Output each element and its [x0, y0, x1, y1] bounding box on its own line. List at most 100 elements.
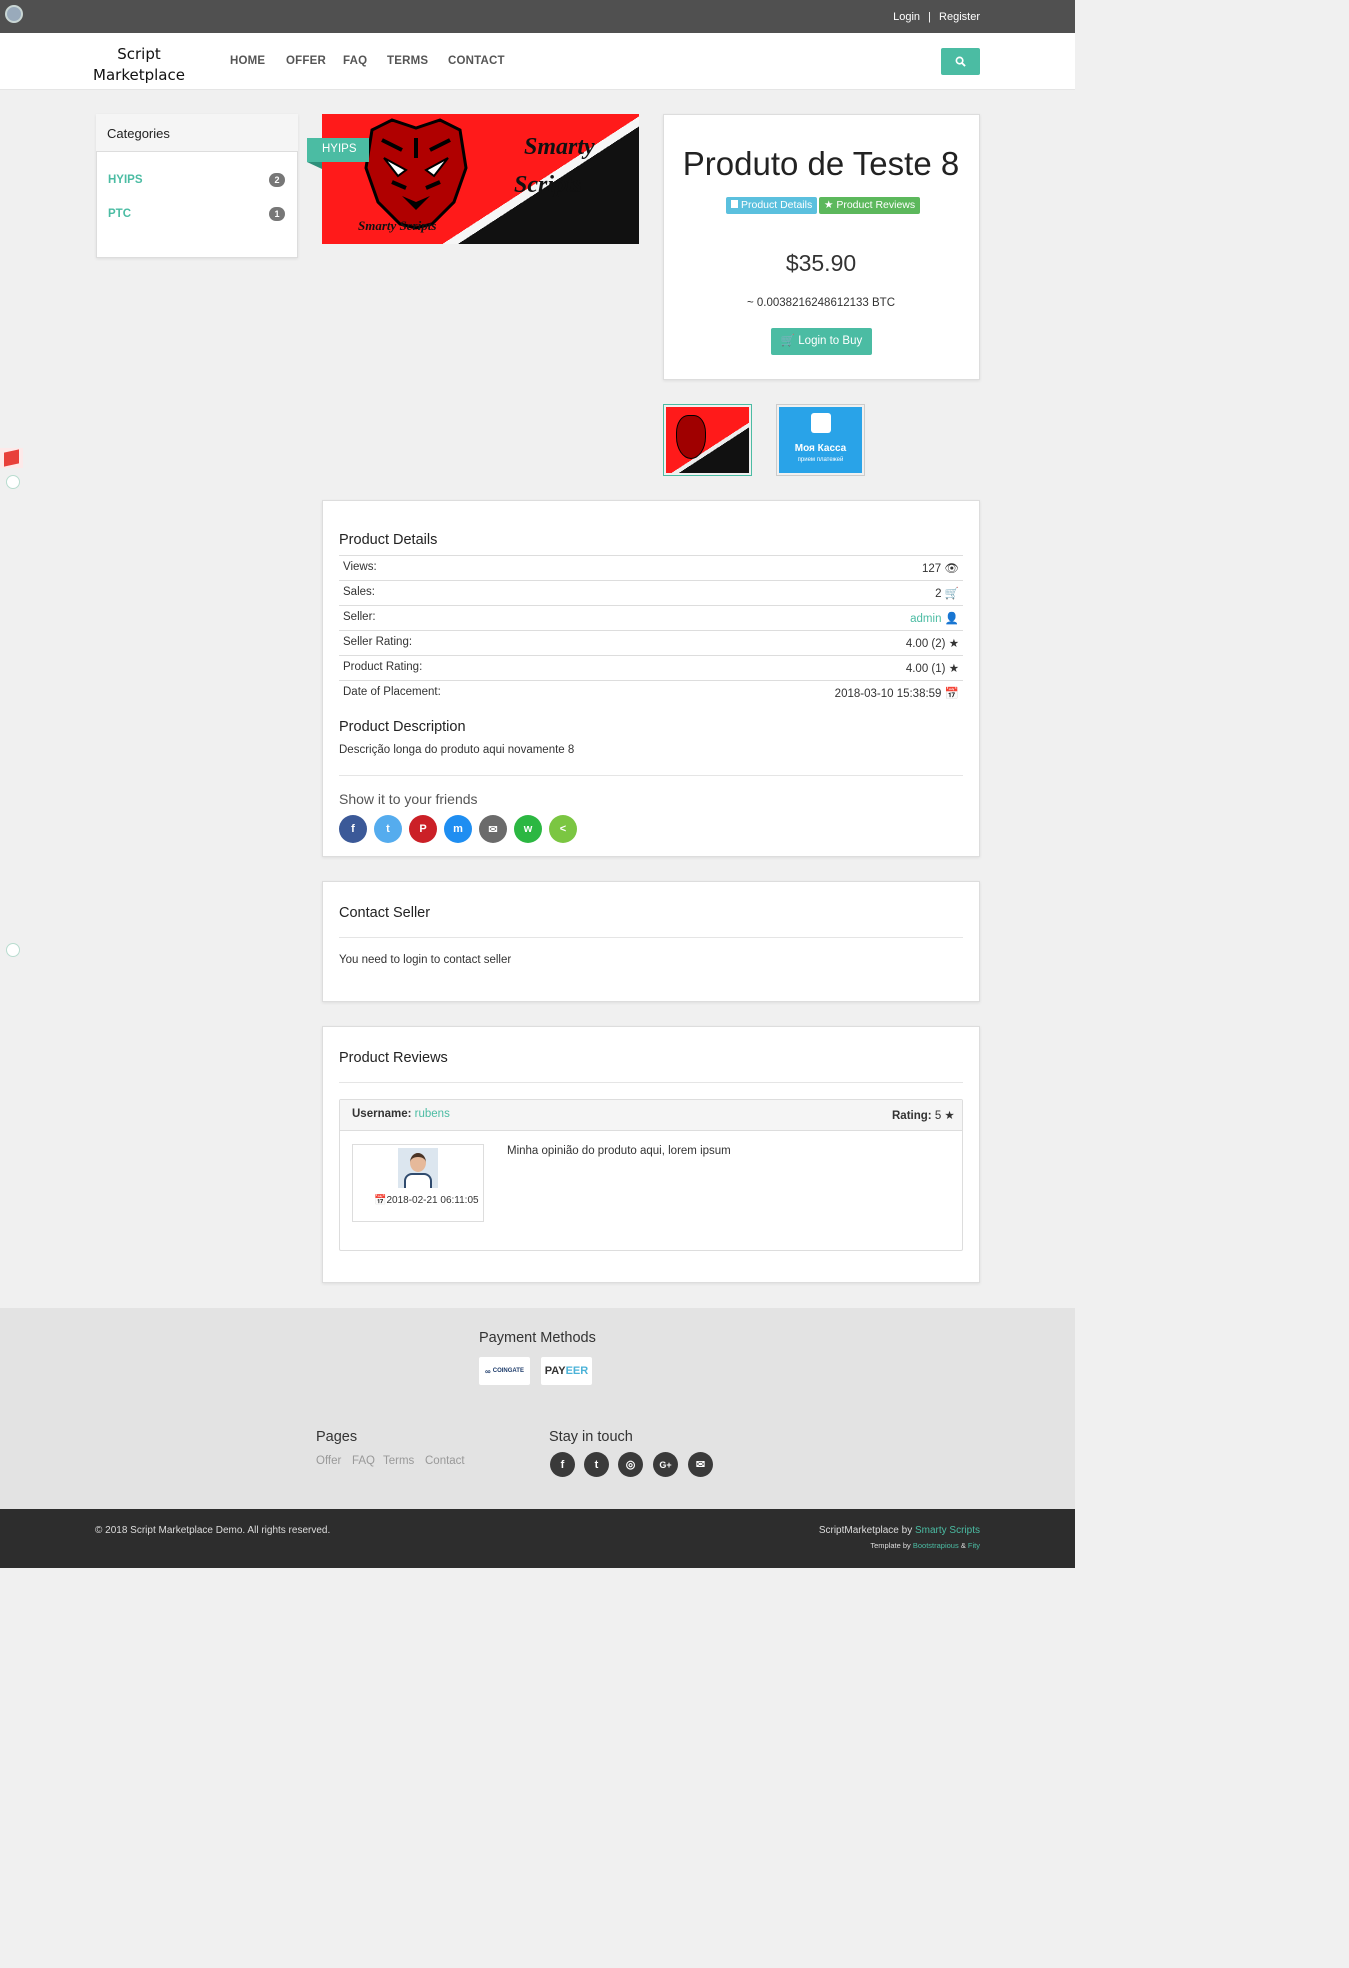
review-username: Username: rubens: [352, 1108, 450, 1120]
divider: [339, 775, 963, 776]
review-username-link[interactable]: rubens: [415, 1108, 450, 1120]
top-bar: Login | Register: [0, 0, 1075, 33]
detail-row-seller-rating: Seller Rating: 4.00 (2) ★: [339, 630, 963, 655]
stay-in-touch-title: Stay in touch: [549, 1429, 633, 1445]
twitter-icon[interactable]: t: [584, 1452, 609, 1477]
fity-link[interactable]: Fity: [968, 1541, 980, 1550]
category-link-ptc[interactable]: PTC: [108, 208, 131, 220]
detail-value: 2018-03-10 15:38:59: [834, 688, 942, 700]
seller-link[interactable]: admin: [910, 613, 941, 625]
calendar-icon: 📅: [374, 1195, 387, 1206]
email-share-icon[interactable]: ✉: [479, 815, 507, 843]
review-rating: Rating: 5 ★: [892, 1108, 955, 1122]
payment-methods-title: Payment Methods: [479, 1330, 596, 1346]
payeer-logo: PAY EER: [541, 1357, 592, 1385]
register-link[interactable]: Register: [939, 11, 980, 23]
review-rating-label: Rating:: [892, 1110, 932, 1122]
login-link[interactable]: Login: [893, 11, 920, 23]
product-banner-image: Smarty Scripts Smarty Scripts: [322, 114, 639, 244]
product-description-text: Descrição longa do produto aqui novament…: [339, 744, 575, 756]
bootstrapious-link[interactable]: Bootstrapious: [913, 1541, 959, 1550]
thumbnail-2-title: Моя Касса: [794, 443, 847, 454]
email-icon[interactable]: ✉: [688, 1452, 713, 1477]
thumbnail-2[interactable]: Моя Касса прием платежей: [776, 404, 865, 476]
payeer-label-a: PAY: [544, 1365, 566, 1377]
floating-widget-red[interactable]: [0, 448, 23, 468]
twitter-share-icon[interactable]: t: [374, 815, 402, 843]
banner-text-line1: Smarty: [524, 134, 595, 160]
search-button[interactable]: [941, 48, 980, 75]
logo-line1: Script: [117, 45, 161, 63]
tab-product-details[interactable]: Product Details: [726, 197, 818, 214]
shield-icon[interactable]: [6, 943, 20, 957]
ribbon-fold: [307, 162, 322, 169]
shield-icon[interactable]: [6, 475, 20, 489]
calendar-icon: 📅: [944, 688, 959, 700]
credit-line: ScriptMarketplace by Smarty Scripts: [819, 1525, 980, 1536]
facebook-share-icon[interactable]: f: [339, 815, 367, 843]
share-title: Show it to your friends: [339, 791, 478, 807]
bag-icon: [811, 413, 831, 433]
contact-seller-text: You need to login to contact seller: [339, 954, 512, 966]
star-icon: ★: [824, 199, 837, 211]
coingate-label: COINGATE: [492, 1368, 524, 1374]
coingate-icon: ∞: [485, 1366, 491, 1376]
coingate-logo: ∞ COINGATE: [479, 1357, 530, 1385]
banner-text-small: Smarty Scripts: [358, 218, 437, 233]
credit-prefix: ScriptMarketplace by: [818, 1525, 915, 1536]
messenger-share-icon[interactable]: m: [444, 815, 472, 843]
detail-value: 4.00 (1): [905, 663, 946, 675]
tab-product-reviews[interactable]: ★ Product Reviews: [819, 197, 921, 214]
detail-value: 4.00 (2): [905, 638, 946, 650]
nav-terms[interactable]: TERMS: [387, 55, 428, 67]
category-count-badge: 2: [269, 173, 285, 187]
facebook-icon[interactable]: f: [550, 1452, 575, 1477]
footer-link-contact[interactable]: Contact: [425, 1455, 465, 1467]
footer-link-offer[interactable]: Offer: [316, 1455, 341, 1467]
template-credit: Template by Bootstrapious & Fity: [870, 1541, 980, 1550]
tab-product-details-label: Product Details: [741, 199, 813, 211]
google-plus-icon[interactable]: G+: [653, 1452, 678, 1477]
category-ribbon: HYIPS: [307, 138, 369, 162]
whatsapp-share-icon[interactable]: w: [514, 815, 542, 843]
instagram-icon[interactable]: ◎: [618, 1452, 643, 1477]
detail-row-views: Views: 127 👁: [339, 555, 963, 580]
thumbnail-1[interactable]: [663, 404, 752, 476]
detail-label: Sales:: [343, 586, 375, 598]
shield-icon[interactable]: [5, 5, 23, 23]
divider: [339, 937, 963, 938]
review-date-value: 2018-02-21 06:11:05: [386, 1195, 479, 1206]
detail-label: Views:: [343, 561, 377, 573]
nav-home[interactable]: HOME: [230, 55, 265, 67]
categories-title: Categories: [96, 114, 298, 152]
tab-product-reviews-label: Product Reviews: [836, 199, 916, 211]
site-logo[interactable]: Script Marketplace: [93, 44, 185, 86]
product-price-btc: ~ 0.0038216248612133 BTC: [746, 297, 896, 309]
category-link-hyips[interactable]: HYIPS: [108, 174, 143, 186]
nav-contact[interactable]: CONTACT: [448, 55, 505, 67]
review-date: 📅2018-02-21 06:11:05: [374, 1195, 479, 1206]
nav-offer[interactable]: OFFER: [286, 55, 326, 67]
user-icon: 👤: [944, 613, 959, 625]
detail-row-seller: Seller: admin 👤: [339, 605, 963, 630]
auth-separator: |: [928, 11, 931, 23]
smarty-scripts-link[interactable]: Smarty Scripts: [915, 1525, 980, 1536]
product-title: Produto de Teste 8: [682, 145, 960, 182]
document-icon: [731, 200, 738, 208]
category-count-badge: 1: [269, 207, 285, 221]
contact-seller-title: Contact Seller: [339, 905, 431, 921]
detail-label: Date of Placement:: [343, 686, 441, 698]
avatar: [398, 1148, 438, 1188]
share-icon[interactable]: <: [549, 815, 577, 843]
review-username-label: Username:: [352, 1108, 412, 1120]
cart-icon: 🛒: [780, 335, 799, 347]
product-details-title: Product Details: [339, 532, 438, 548]
login-to-buy-button[interactable]: 🛒 Login to Buy: [771, 328, 872, 355]
footer-link-faq[interactable]: FAQ: [352, 1455, 375, 1467]
contact-seller-panel: [322, 881, 980, 1002]
footer-link-terms[interactable]: Terms: [383, 1455, 414, 1467]
nav-faq[interactable]: FAQ: [343, 55, 367, 67]
pinterest-share-icon[interactable]: P: [409, 815, 437, 843]
login-to-buy-label: Login to Buy: [798, 335, 863, 347]
review-rating-value: 5: [934, 1110, 942, 1122]
